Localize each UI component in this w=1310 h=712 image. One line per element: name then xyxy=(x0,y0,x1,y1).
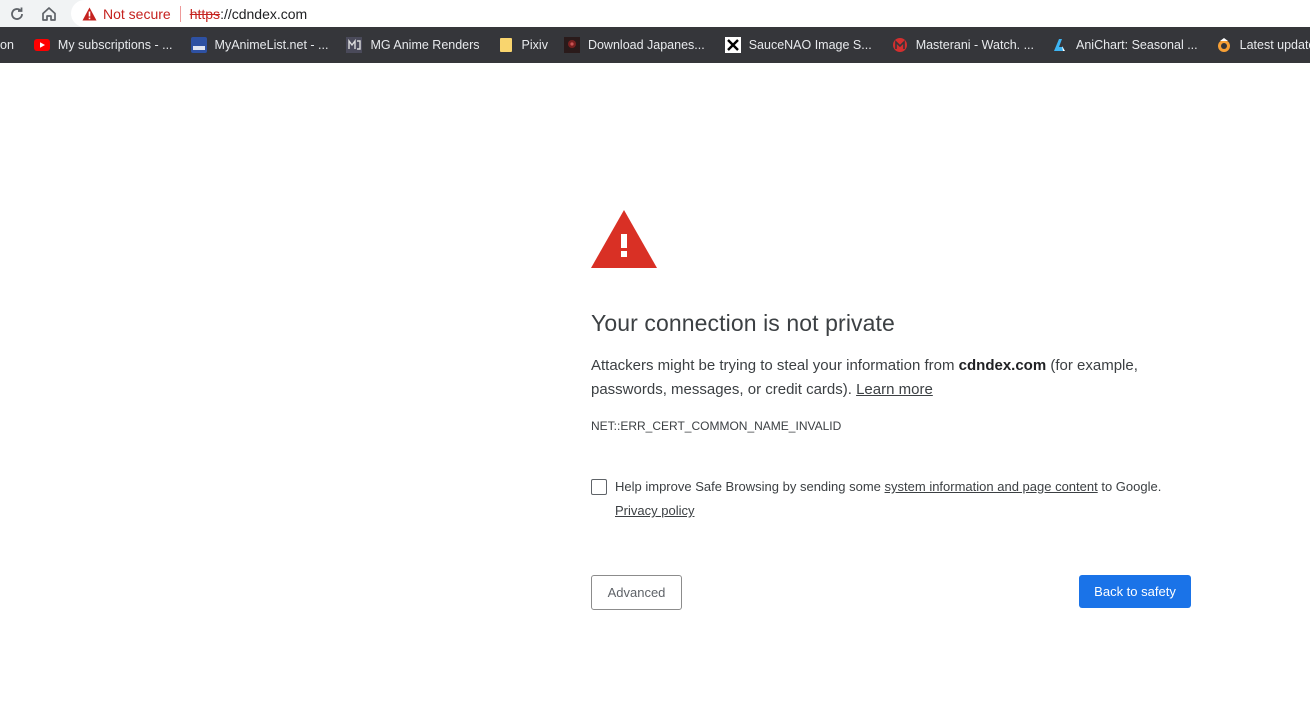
bookmark-item[interactable]: My subscriptions - ... xyxy=(28,31,179,59)
omnibox[interactable]: Not secure https://cdndex.com xyxy=(71,0,1310,27)
url-scheme: https xyxy=(189,5,221,22)
bookmark-label: Masterani - Watch. ... xyxy=(915,38,1035,52)
bookmark-item[interactable]: Masterani - Watch. ... xyxy=(886,31,1040,59)
bookmark-label: AniChart: Seasonal ... xyxy=(1076,38,1198,52)
safe-browsing-text: Help improve Safe Browsing by sending so… xyxy=(615,475,1191,523)
bookmark-label: Download Japanes... xyxy=(587,38,705,52)
reload-icon xyxy=(11,7,23,20)
bookmark-item[interactable]: AniChart: Seasonal ... xyxy=(1046,31,1204,59)
bookmark-label: Pixiv xyxy=(521,38,548,52)
masterani-icon xyxy=(892,37,908,53)
safe-browsing-checkbox[interactable] xyxy=(591,479,607,495)
learn-more-link[interactable]: Learn more xyxy=(856,381,933,398)
bookmark-label: My subscriptions - ... xyxy=(57,38,173,52)
danger-warning-icon xyxy=(591,210,657,268)
bookmark-item[interactable]: MG Anime Renders xyxy=(340,31,485,59)
explanation-host: cdndex.com xyxy=(958,357,1047,374)
ssl-interstitial: Your connection is not private Attackers… xyxy=(591,63,1191,712)
home-icon xyxy=(42,7,56,21)
security-chip-label[interactable]: Not secure xyxy=(103,6,171,22)
anichart-icon xyxy=(1052,37,1068,53)
bookmark-item[interactable]: SauceNAO Image S... xyxy=(719,31,878,59)
browser-toolbar: Not secure https://cdndex.com xyxy=(0,0,1310,27)
bookmark-item[interactable]: Latest updates - M... xyxy=(1210,31,1310,59)
youtube-icon xyxy=(33,37,50,53)
error-code: NET::ERR_CERT_COMMON_NAME_INVALID xyxy=(591,419,842,433)
mal-icon xyxy=(190,37,207,53)
folder-icon xyxy=(498,37,514,53)
reload-button[interactable] xyxy=(6,3,28,25)
bookmark-label: Latest updates - M... xyxy=(1239,38,1310,52)
omnibox-separator xyxy=(179,5,181,22)
bookmark-item[interactable]: Download Japanes... xyxy=(558,31,711,59)
bookmark-item[interactable]: Pixiv xyxy=(492,31,554,59)
bookmark-item[interactable]: MyAnimeList.net - ... xyxy=(185,31,335,59)
site-thumbnail-icon xyxy=(563,37,580,53)
sb-text-prefix: Help improve Safe Browsing by sending so… xyxy=(615,479,885,494)
bookmark-item[interactable]: on xyxy=(0,31,20,59)
sb-info-link[interactable]: system information and page content xyxy=(885,479,1098,494)
mg-icon xyxy=(346,37,363,53)
not-secure-warning-icon xyxy=(81,6,97,22)
main-explanation: Attackers might be trying to steal your … xyxy=(591,354,1191,402)
advanced-button[interactable]: Advanced xyxy=(591,575,682,610)
back-to-safety-button[interactable]: Back to safety xyxy=(1079,575,1191,608)
bookmarks-bar: on My subscriptions - ... MyAnimeList.ne… xyxy=(0,27,1310,63)
bookmark-label: on xyxy=(0,38,14,52)
bookmark-label: SauceNAO Image S... xyxy=(748,38,872,52)
bookmark-label: MyAnimeList.net - ... xyxy=(214,38,329,52)
saucenao-icon xyxy=(724,37,741,53)
main-heading: Your connection is not private xyxy=(591,310,895,336)
mangadex-icon xyxy=(1216,37,1232,53)
home-button[interactable] xyxy=(38,3,60,25)
explanation-prefix: Attackers might be trying to steal your … xyxy=(591,357,959,374)
bookmark-label: MG Anime Renders xyxy=(370,38,480,52)
url-host: ://cdndex.com xyxy=(220,5,308,22)
sb-text-suffix: to Google. xyxy=(1097,479,1162,494)
privacy-policy-link[interactable]: Privacy policy xyxy=(615,503,694,518)
